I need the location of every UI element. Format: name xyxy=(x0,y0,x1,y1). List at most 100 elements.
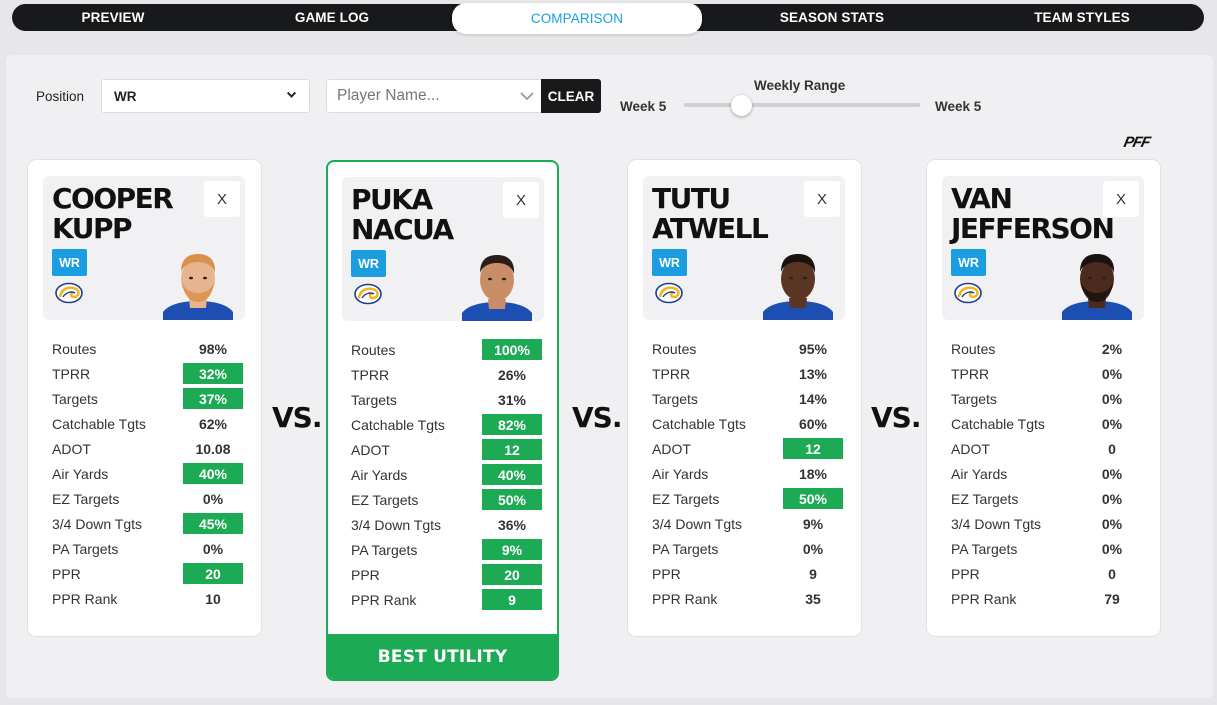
stat-value: 13% xyxy=(798,365,828,382)
stat-label: Catchable Tgts xyxy=(951,415,1045,432)
stat-label: PPR Rank xyxy=(52,590,118,607)
stat-row: PA Targets 0% xyxy=(652,536,842,561)
chevron-down-icon xyxy=(286,89,297,103)
remove-player-button[interactable]: X xyxy=(804,181,840,217)
stat-value: 95% xyxy=(798,340,828,357)
player-photo xyxy=(759,246,837,320)
stat-row: Routes 98% xyxy=(52,336,242,361)
stat-row: Catchable Tgts 82% xyxy=(351,412,542,437)
stat-value: 79 xyxy=(1104,590,1120,607)
stat-row: PPR 20 xyxy=(52,561,243,586)
position-badge: WR xyxy=(652,249,687,276)
player-card: COOPER KUPP X WR Routes 98% TPRR 32% Targets 37% C… xyxy=(28,160,261,636)
stat-value: 14% xyxy=(798,390,828,407)
tab-team-styles[interactable]: TEAM STYLES xyxy=(960,4,1204,31)
position-select[interactable]: WR xyxy=(101,79,310,113)
stat-row: ADOT 0 xyxy=(951,436,1141,461)
vs-label: VS. xyxy=(572,401,622,434)
stat-label: Routes xyxy=(951,340,996,357)
stat-value: 0% xyxy=(202,540,224,557)
rams-logo-icon xyxy=(654,282,684,304)
stat-value: 0% xyxy=(802,540,824,557)
stat-value: 0 xyxy=(1108,440,1116,457)
stat-value: 9% xyxy=(802,515,824,532)
stat-label: PPR xyxy=(951,565,980,582)
stat-label: PPR Rank xyxy=(351,591,417,608)
stat-label: ADOT xyxy=(52,440,91,457)
chevron-down-icon[interactable] xyxy=(519,88,535,104)
stat-row: TPRR 32% xyxy=(52,361,243,386)
player-first-name: VAN xyxy=(951,182,1013,215)
stat-label: PA Targets xyxy=(951,540,1018,557)
tab-game-log[interactable]: GAME LOG xyxy=(214,4,450,31)
remove-player-button[interactable]: X xyxy=(1103,181,1139,217)
stat-label: EZ Targets xyxy=(652,490,720,507)
remove-player-button[interactable]: X xyxy=(204,181,240,217)
range-start-label: Week 5 xyxy=(620,99,667,114)
stat-value: 82% xyxy=(482,414,542,435)
stat-label: Targets xyxy=(351,391,397,408)
stat-label: Routes xyxy=(652,340,697,357)
stat-row: PPR Rank 10 xyxy=(52,586,242,611)
stat-label: TPRR xyxy=(52,365,91,382)
stat-label: Catchable Tgts xyxy=(351,416,445,433)
stat-row: PPR Rank 9 xyxy=(351,587,542,612)
stat-value: 40% xyxy=(482,464,542,485)
stat-value: 98% xyxy=(198,340,228,357)
stat-value: 18% xyxy=(798,465,828,482)
stat-label: TPRR xyxy=(652,365,691,382)
remove-player-button[interactable]: X xyxy=(503,182,539,218)
player-card-header: TUTU ATWELL X WR xyxy=(643,176,845,320)
stat-label: Targets xyxy=(951,390,997,407)
stat-value: 10.08 xyxy=(195,440,231,457)
player-last-name: ATWELL xyxy=(652,212,769,245)
stat-row: Targets 31% xyxy=(351,387,541,412)
stat-value: 12 xyxy=(482,439,542,460)
stat-value: 0% xyxy=(1101,465,1123,482)
rams-logo-icon xyxy=(953,282,983,304)
position-badge: WR xyxy=(951,249,986,276)
stat-label: Routes xyxy=(52,340,97,357)
player-photo xyxy=(1058,246,1136,320)
stats-list: Routes 95% TPRR 13% Targets 14% Catchable Tgts… xyxy=(652,336,843,611)
stat-value: 10 xyxy=(205,590,221,607)
tab-season-stats[interactable]: SEASON STATS xyxy=(704,4,960,31)
player-card: PUKA NACUA X WR Routes 100% TPRR 26% Targets 31% C… xyxy=(326,160,559,681)
clear-button[interactable]: CLEAR xyxy=(541,79,601,113)
stat-row: Targets 14% xyxy=(652,386,842,411)
tab-preview[interactable]: PREVIEW xyxy=(12,4,214,31)
pff-logo: PFF xyxy=(1122,134,1152,151)
stat-row: 3/4 Down Tgts 0% xyxy=(951,511,1141,536)
stat-label: PPR Rank xyxy=(652,590,718,607)
stat-value: 0% xyxy=(1101,490,1123,507)
stat-label: Targets xyxy=(52,390,98,407)
player-name: VAN JEFFERSON xyxy=(951,182,1115,244)
position-badge: WR xyxy=(351,250,386,277)
tab-comparison[interactable]: COMPARISON xyxy=(452,3,702,34)
stat-row: PA Targets 0% xyxy=(951,536,1141,561)
stat-row: PPR Rank 35 xyxy=(652,586,842,611)
stat-row: PPR 0 xyxy=(951,561,1141,586)
stat-row: Routes 2% xyxy=(951,336,1141,361)
player-first-name: TUTU xyxy=(652,182,731,215)
range-slider-handle[interactable] xyxy=(731,95,752,116)
stat-label: ADOT xyxy=(652,440,691,457)
player-name-input[interactable] xyxy=(337,87,507,105)
stat-label: Air Yards xyxy=(52,465,109,482)
stat-value: 31% xyxy=(497,391,527,408)
stat-label: Targets xyxy=(652,390,698,407)
player-search[interactable] xyxy=(326,79,542,113)
stat-label: PPR Rank xyxy=(951,590,1017,607)
stat-row: TPRR 13% xyxy=(652,361,842,386)
player-first-name: PUKA xyxy=(351,183,433,216)
stat-row: PPR 9 xyxy=(652,561,842,586)
stat-label: EZ Targets xyxy=(52,490,120,507)
player-photo xyxy=(159,246,237,320)
range-slider-track[interactable] xyxy=(684,103,920,107)
position-select-value: WR xyxy=(114,88,137,104)
stat-row: Catchable Tgts 60% xyxy=(652,411,842,436)
stat-value: 0% xyxy=(1101,415,1123,432)
stat-row: ADOT 10.08 xyxy=(52,436,242,461)
stat-row: ADOT 12 xyxy=(652,436,843,461)
stat-row: EZ Targets 50% xyxy=(351,487,542,512)
